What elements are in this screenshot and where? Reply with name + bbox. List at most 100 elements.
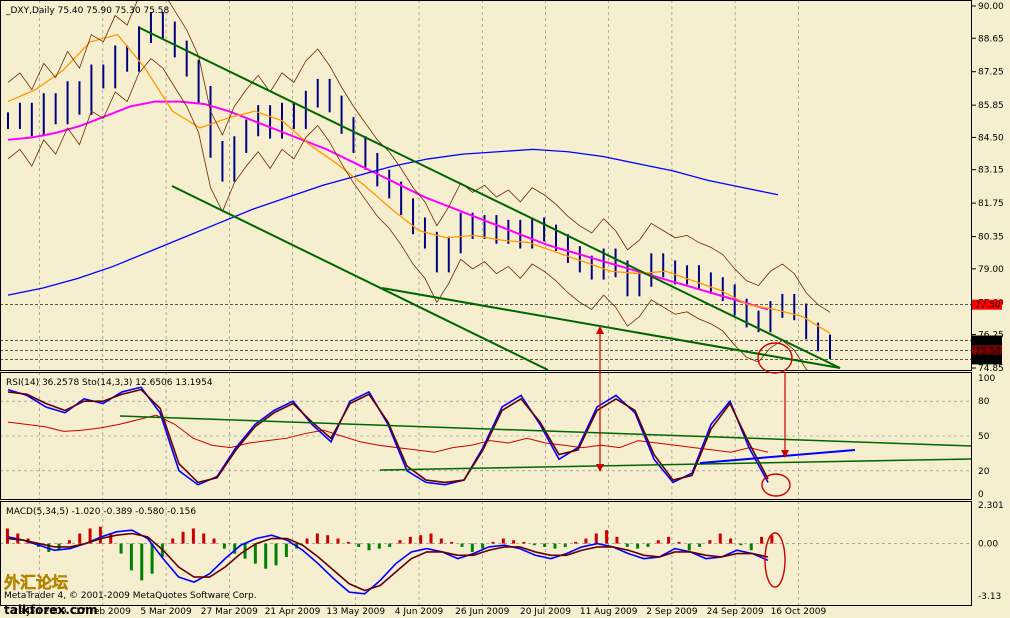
x-tick-label: 13 May 2009 xyxy=(326,607,385,617)
macd-histogram-bar xyxy=(377,543,381,549)
rsi-tick-label: 100 xyxy=(978,374,995,384)
rsi-tick-label: 20 xyxy=(978,467,990,477)
macd-histogram-bar xyxy=(98,526,102,544)
rsi-tick-label: 50 xyxy=(978,432,990,442)
macd-histogram-bar xyxy=(708,540,712,544)
macd-histogram-bar xyxy=(760,536,764,544)
macd-histogram-bar xyxy=(274,543,278,566)
macd-histogram-bar xyxy=(450,541,454,544)
chart-canvas[interactable]: 90.00 88.65 87.25 85.85 84.50 83.15 81.75 80.35… xyxy=(0,0,1010,618)
macd-histogram-bar xyxy=(305,538,309,544)
x-tick-label: 16 Oct 2009 xyxy=(771,607,827,617)
macd-histogram-bar xyxy=(605,530,609,544)
macd-histogram-bar xyxy=(346,541,350,544)
macd-histogram-bar xyxy=(129,543,133,571)
macd-histogram-bar xyxy=(109,533,113,544)
x-tick-label: 2 Sep 2009 xyxy=(646,607,698,617)
macd-histogram-bar xyxy=(202,533,206,544)
macd-histogram-bar xyxy=(563,543,567,547)
macd-histogram-bar xyxy=(222,543,226,549)
macd-pane-title: MACD(5,34,5) -1.020 -0.389 -0.580 -0.156 xyxy=(6,507,196,517)
price-label: 75.21 xyxy=(975,355,1001,365)
macd-histogram-bar xyxy=(615,536,619,544)
x-tick-label: 21 Apr 2009 xyxy=(265,607,321,617)
y-tick-label: 81.75 xyxy=(978,199,1004,209)
macd-histogram-bar xyxy=(171,538,175,544)
price-label: 76.00 xyxy=(975,337,1001,347)
macd-histogram-bar xyxy=(543,543,547,547)
macd-histogram-bar xyxy=(470,543,474,552)
y-tick-label: 80.35 xyxy=(978,233,1004,243)
y-tick-label: 84.50 xyxy=(978,133,1004,143)
macd-histogram-bar xyxy=(419,535,423,544)
macd-histogram-bar xyxy=(284,543,288,557)
macd-histogram-bar xyxy=(584,538,588,544)
macd-histogram-bar xyxy=(625,543,629,547)
macd-histogram-bar xyxy=(253,543,257,564)
macd-histogram-bar xyxy=(491,541,495,544)
x-tick-label: 5 Mar 2009 xyxy=(140,607,192,617)
price-label: 77.50 xyxy=(975,301,1001,311)
macd-histogram-bar xyxy=(181,531,185,544)
macd-histogram-bar xyxy=(408,536,412,544)
rsi-tick-label: 0 xyxy=(978,490,984,500)
macd-histogram-bar xyxy=(367,543,371,551)
macd-histogram-bar xyxy=(481,543,485,549)
x-tick-label: 27 Mar 2009 xyxy=(201,607,258,617)
macd-histogram-bar xyxy=(749,543,753,551)
macd-histogram-bar xyxy=(718,533,722,544)
macd-histogram-bar xyxy=(698,543,702,547)
macd-histogram-bar xyxy=(150,543,154,574)
macd-histogram-bar xyxy=(439,538,443,544)
macd-histogram-bar xyxy=(677,541,681,544)
macd-histogram-bar xyxy=(667,536,671,544)
macd-histogram-bar xyxy=(574,541,578,544)
chart-window: 90.00 88.65 87.25 85.85 84.50 83.15 81.75 80.35… xyxy=(0,0,1010,618)
x-tick-label: 24 Sep 2009 xyxy=(707,607,764,617)
macd-tick-label: -3.13 xyxy=(978,592,1001,602)
macd-histogram-bar xyxy=(553,543,557,549)
macd-histogram-bar xyxy=(687,543,691,551)
x-tick-label: 26 Jun 2009 xyxy=(455,607,509,617)
macd-histogram-bar xyxy=(119,543,123,554)
forum-logo-site: talkforex.com xyxy=(4,603,98,617)
copyright-watermark: MetaTrader 4, © 2001-2009 MetaQuotes Sof… xyxy=(4,591,257,601)
macd-tick-label: 0.00 xyxy=(978,540,998,550)
macd-histogram-bar xyxy=(512,540,516,544)
macd-histogram-bar xyxy=(212,538,216,544)
x-tick-label: 4 Jun 2009 xyxy=(395,607,444,617)
macd-histogram-bar xyxy=(739,543,743,546)
price-pane-title: _DXY,Daily 75.40 75.90 75.30 75.58 xyxy=(5,6,170,16)
macd-histogram-bar xyxy=(532,543,536,546)
macd-histogram-bar xyxy=(522,541,526,544)
macd-histogram-bar xyxy=(140,543,144,581)
macd-histogram-bar xyxy=(264,543,268,569)
y-tick-label: 87.25 xyxy=(978,68,1004,78)
macd-histogram-bar xyxy=(656,540,660,544)
macd-histogram-bar xyxy=(398,540,402,544)
y-tick-label: 90.00 xyxy=(978,2,1004,12)
macd-histogram-bar xyxy=(388,543,392,547)
macd-histogram-bar xyxy=(326,535,330,544)
macd-histogram-bar xyxy=(429,533,433,544)
macd-histogram-bar xyxy=(336,538,340,544)
macd-tick-label: 2.301 xyxy=(978,501,1004,511)
macd-histogram-bar xyxy=(460,543,464,547)
y-tick-label: 85.85 xyxy=(978,101,1004,111)
macd-histogram-bar xyxy=(357,543,361,547)
x-tick-label: 20 Jul 2009 xyxy=(520,607,571,617)
macd-histogram-bar xyxy=(67,540,71,544)
macd-histogram-bar xyxy=(315,533,319,544)
forum-logo: 外汇论坛 xyxy=(3,573,68,592)
macd-histogram-bar xyxy=(636,543,640,549)
y-tick-label: 88.65 xyxy=(978,34,1004,44)
y-tick-label: 74.85 xyxy=(978,364,1004,374)
y-tick-label: 79.00 xyxy=(978,265,1004,275)
macd-histogram-bar xyxy=(594,533,598,544)
macd-histogram-bar xyxy=(78,533,82,544)
rsi-pane-title: RSI(14) 36.2578 Sto(14,3,3) 12.6506 13.1… xyxy=(6,378,213,388)
macd-histogram-bar xyxy=(191,528,195,544)
y-tick-label: 83.15 xyxy=(978,166,1004,176)
macd-histogram-bar xyxy=(5,528,9,544)
macd-histogram-bar xyxy=(729,538,733,544)
